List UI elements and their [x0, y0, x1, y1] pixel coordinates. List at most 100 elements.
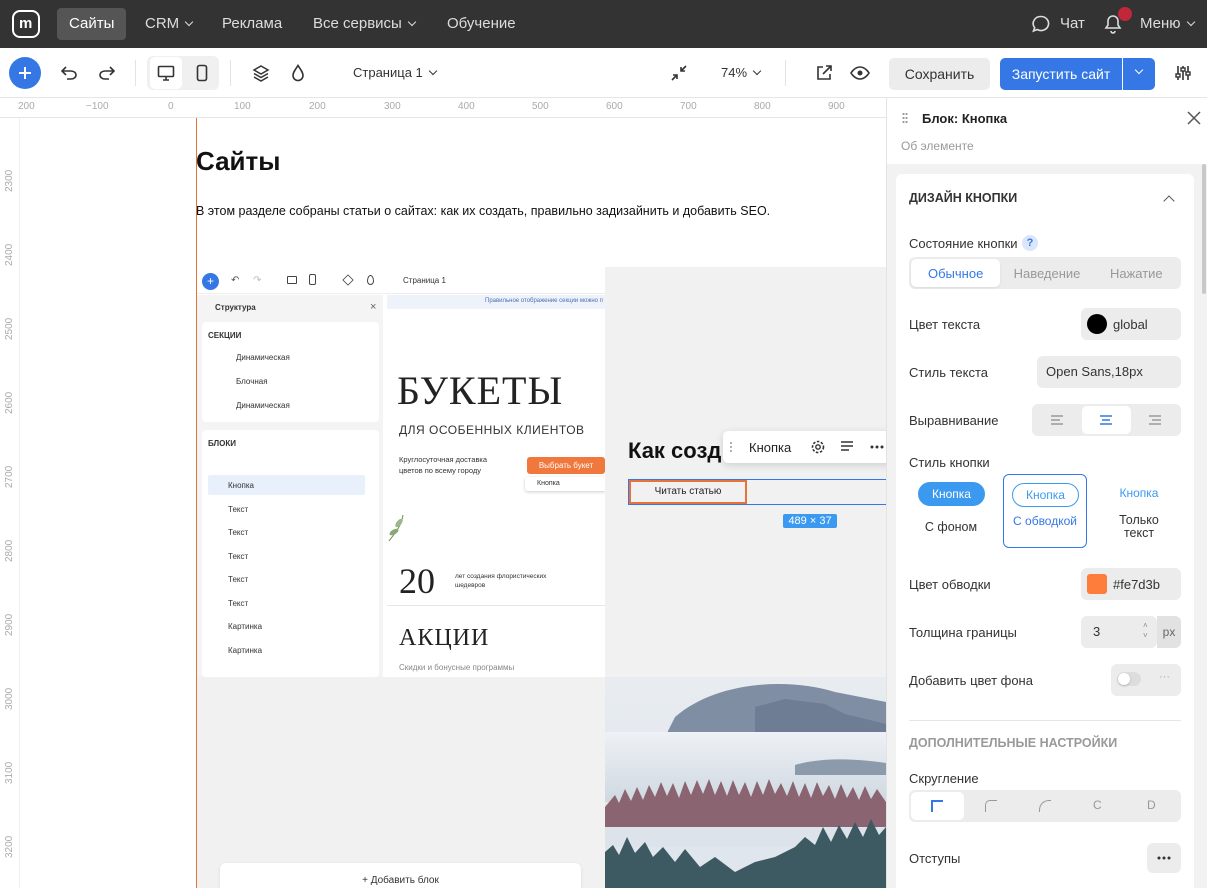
help-icon[interactable]: ?	[1022, 235, 1038, 251]
ruler-label: 2700	[4, 465, 15, 488]
style-option-outline[interactable]: Кнопка С обводкой	[1003, 474, 1087, 548]
mini-hero-button: Выбрать букет	[527, 457, 605, 474]
article-card-image[interactable]: + ↶ ↷ Страница 1 Структура × СЕКЦИИ Дина…	[197, 267, 605, 677]
border-color-value: #fe7d3b	[1113, 577, 1160, 592]
style-option-text[interactable]: Кнопка Только текст	[1097, 474, 1181, 548]
desktop-view-button[interactable]	[150, 57, 182, 89]
mini-blocks-card: БЛОКИ Кнопка Текст Текст Текст Текст Тек…	[202, 430, 379, 677]
corner-round-icon[interactable]	[1039, 800, 1051, 812]
undo-button[interactable]	[53, 57, 85, 89]
more-icon[interactable]	[870, 445, 884, 449]
ruler-label: 2600	[4, 391, 15, 414]
state-hover-tab[interactable]: Наведение	[1002, 257, 1091, 289]
page-intro[interactable]: В этом разделе собраны статьи о сайтах: …	[196, 204, 770, 218]
radius-label: Скругление	[909, 771, 979, 786]
bg-color-control: ···	[1111, 664, 1181, 696]
card-heading[interactable]: Как созд	[628, 438, 721, 464]
toolbar-divider	[785, 60, 786, 86]
text-color-label: Цвет текста	[909, 317, 981, 332]
radius-option-d[interactable]: D	[1147, 798, 1156, 812]
drag-handle-icon[interactable]	[902, 112, 908, 124]
publish-options-button[interactable]	[1123, 58, 1155, 90]
eye-icon	[850, 66, 870, 80]
drag-handle-icon[interactable]	[729, 441, 733, 453]
mini-page-select: Страница 1	[403, 276, 446, 285]
save-button[interactable]: Сохранить	[889, 58, 990, 90]
theme-button[interactable]	[282, 57, 314, 89]
preview-button[interactable]	[844, 57, 876, 89]
style-caption-filled: С фоном	[924, 520, 978, 534]
page-title[interactable]: Сайты	[196, 146, 280, 177]
mini-toolbar: + ↶ ↷ Страница 1	[197, 267, 605, 294]
about-element-link[interactable]: Об элементе	[901, 139, 974, 153]
stepper-arrows-icon[interactable]: ˄ ˅	[1143, 621, 1148, 641]
mini-section-item: Динамическая	[236, 401, 290, 410]
chevron-down-icon	[752, 66, 762, 76]
text-color-value: global	[1113, 317, 1148, 332]
zoom-select[interactable]: 74%	[721, 48, 762, 98]
text-color-picker[interactable]: global	[1081, 308, 1181, 340]
state-pressed-tab[interactable]: Нажатие	[1092, 257, 1181, 289]
layers-icon	[252, 65, 270, 82]
mini-block-item: Текст	[228, 552, 249, 561]
panel-scrollbar[interactable]	[1202, 164, 1206, 294]
mini-stat-number: 20	[399, 561, 435, 601]
ruler-label: 100	[234, 101, 251, 112]
nav-item-crm[interactable]: CRM	[145, 0, 194, 48]
app-logo[interactable]: m	[12, 10, 40, 38]
article-card[interactable]	[605, 267, 886, 677]
mini-undo-icon: ↶	[231, 275, 240, 286]
plus-icon	[19, 67, 31, 79]
layers-button[interactable]	[245, 57, 277, 89]
settings-button[interactable]	[1167, 57, 1199, 89]
align-left-icon[interactable]	[1050, 414, 1064, 426]
close-icon[interactable]	[1187, 111, 1201, 125]
mini-block-item: Картинка	[228, 646, 263, 655]
page-select[interactable]: Страница 1	[353, 48, 438, 98]
button-design-card: ДИЗАЙН КНОПКИ Состояние кнопки ? Обычное…	[896, 174, 1194, 888]
corner-small-icon[interactable]	[985, 800, 997, 812]
nav-item-learning[interactable]: Обучение	[447, 0, 516, 48]
nav-item-all-services[interactable]: Все сервисы	[313, 0, 417, 48]
ruler-label: −100	[86, 101, 109, 112]
card-read-button[interactable]: Читать статью	[629, 480, 747, 504]
open-external-button[interactable]	[808, 57, 840, 89]
publish-button[interactable]: Запустить сайт	[1000, 58, 1122, 90]
mobile-icon	[196, 64, 208, 82]
align-right-icon[interactable]	[1148, 414, 1162, 426]
collapse-button[interactable]	[663, 57, 695, 89]
nav-item-ads[interactable]: Реклама	[222, 0, 282, 48]
ruler-label: 900	[828, 101, 845, 112]
mini-block-item: Текст	[228, 599, 249, 608]
add-block-button[interactable]: + Добавить блок	[220, 863, 581, 888]
desktop-icon	[157, 65, 175, 81]
external-link-icon	[817, 65, 832, 80]
mobile-view-button[interactable]	[186, 57, 218, 89]
text-style-select[interactable]: Open Sans,18px	[1037, 356, 1181, 388]
border-color-label: Цвет обводки	[909, 577, 991, 592]
nav-item-sites[interactable]: Сайты	[57, 8, 127, 40]
more-icon[interactable]: ···	[1159, 671, 1170, 683]
text-style-label: Стиль текста	[909, 365, 988, 380]
radius-option-c[interactable]: C	[1093, 798, 1102, 812]
mini-divider	[387, 605, 605, 606]
align-center-icon	[1099, 414, 1113, 426]
section-divider	[909, 720, 1181, 721]
element-type-label[interactable]: Кнопка	[749, 440, 791, 455]
bg-color-toggle[interactable]	[1117, 672, 1141, 686]
chat-link[interactable]: Чат	[1060, 0, 1085, 48]
gear-icon[interactable]	[810, 439, 826, 455]
mini-plus-icon: +	[202, 273, 219, 290]
chat-icon[interactable]	[1031, 14, 1051, 34]
style-option-filled[interactable]: Кнопка С фоном	[909, 474, 993, 548]
menu-button[interactable]: Меню	[1140, 0, 1195, 48]
state-normal-tab[interactable]: Обычное	[911, 259, 1001, 287]
border-color-picker[interactable]: #fe7d3b	[1081, 568, 1181, 600]
padding-options-button[interactable]	[1147, 843, 1181, 873]
ruler-label: 800	[754, 101, 771, 112]
align-icon[interactable]	[840, 440, 854, 454]
ruler-label: 0	[168, 101, 174, 112]
chevron-up-icon[interactable]	[1163, 195, 1175, 207]
redo-button[interactable]	[91, 57, 123, 89]
add-button[interactable]	[9, 57, 41, 89]
